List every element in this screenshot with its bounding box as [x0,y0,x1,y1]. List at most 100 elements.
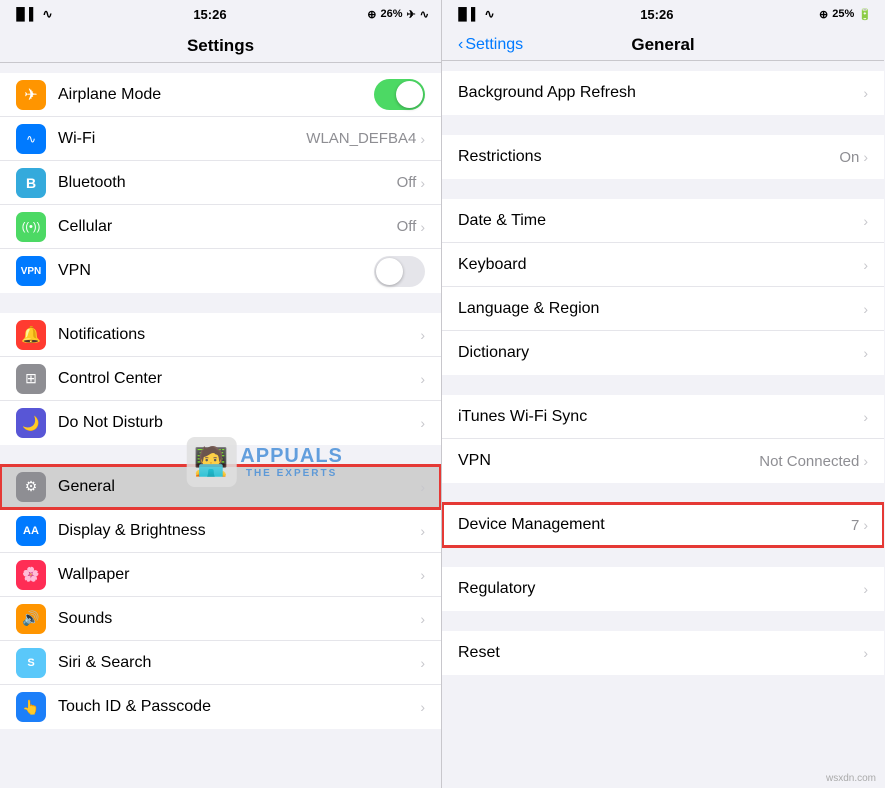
control-center-row[interactable]: ⊞ Control Center › [0,357,441,401]
sounds-row[interactable]: 🔊 Sounds › [0,597,441,641]
right-status-left: ▐▌▌ ∿ [454,7,495,21]
right-status-right: ⊕ 25% 🔋 [819,8,872,21]
left-status-right: ⊕ 26% ✈ ∿ [367,8,429,21]
wifi-row[interactable]: ∿ Wi-Fi WLAN_DEFBA4 › [0,117,441,161]
connectivity-group: ✈ Airplane Mode ∿ Wi-Fi WLAN_DEFBA4 › B … [0,73,441,293]
right-sep3 [442,375,884,395]
notifications-icon: 🔔 [16,320,46,350]
dnd-row[interactable]: 🌙 Do Not Disturb › [0,401,441,445]
notifications-row[interactable]: 🔔 Notifications › [0,313,441,357]
right-nav-title: General [631,35,694,55]
right-signal-icon: ▐▌▌ [454,7,480,21]
wifi-icon: ∿ [43,7,53,21]
touchid-chevron: › [420,699,425,715]
right-time: 15:26 [640,7,673,22]
cellular-row[interactable]: ((•)) Cellular Off › [0,205,441,249]
left-status-bar: ▐▌▌ ∿ 15:26 ⊕ 26% ✈ ∿ [0,0,441,28]
right-group5: Device Management 7 › [442,503,884,547]
background-app-label: Background App Refresh [458,84,863,102]
wifi-row-icon: ∿ [16,124,46,154]
sep2 [0,445,441,465]
reset-row[interactable]: Reset › [442,631,884,675]
right-group1: Background App Refresh › [442,71,884,115]
left-time: 15:26 [193,7,226,22]
left-settings-scroll[interactable]: ✈ Airplane Mode ∿ Wi-Fi WLAN_DEFBA4 › B … [0,63,441,788]
siri-chevron: › [420,655,425,671]
right-panel: ▐▌▌ ∿ 15:26 ⊕ 25% 🔋 ‹ Settings General B… [442,0,884,788]
touchid-row[interactable]: 👆 Touch ID & Passcode › [0,685,441,729]
restrictions-row[interactable]: Restrictions On › [442,135,884,179]
general-row[interactable]: ⚙ General › [0,465,441,509]
background-app-row[interactable]: Background App Refresh › [442,71,884,115]
airplane-toggle-knob [396,81,423,108]
wifi-chevron: › [420,131,425,147]
keyboard-chevron: › [863,257,868,273]
device-management-label: Device Management [458,516,851,534]
language-row[interactable]: Language & Region › [442,287,884,331]
wallpaper-row[interactable]: 🌸 Wallpaper › [0,553,441,597]
airplane-toggle[interactable] [374,79,425,110]
bluetooth-chevron: › [420,175,425,191]
dnd-label: Do Not Disturb [58,414,420,432]
bluetooth-value: Off [397,174,417,191]
date-time-row[interactable]: Date & Time › [442,199,884,243]
right-sep5 [442,547,884,567]
reset-chevron: › [863,645,868,661]
reset-label: Reset [458,644,863,662]
right-group3: Date & Time › Keyboard › Language & Regi… [442,199,884,375]
right-group4: iTunes Wi-Fi Sync › VPN Not Connected › [442,395,884,483]
notif-group: 🔔 Notifications › ⊞ Control Center › 🌙 D… [0,313,441,445]
vpn-right-row[interactable]: VPN Not Connected › [442,439,884,483]
control-center-label: Control Center [58,370,420,388]
wallpaper-icon: 🌸 [16,560,46,590]
cellular-value: Off [397,218,417,235]
display-row[interactable]: AA Display & Brightness › [0,509,441,553]
right-sep4 [442,483,884,503]
right-group2: Restrictions On › [442,135,884,179]
siri-row[interactable]: S Siri & Search › [0,641,441,685]
left-wifi-icon2: ∿ [420,8,429,21]
date-time-label: Date & Time [458,212,863,230]
wallpaper-label: Wallpaper [58,566,420,584]
touchid-label: Touch ID & Passcode [58,698,420,716]
back-button[interactable]: ‹ Settings [458,36,523,54]
right-group6: Regulatory › [442,567,884,611]
keyboard-row[interactable]: Keyboard › [442,243,884,287]
dictionary-row[interactable]: Dictionary › [442,331,884,375]
itunes-wifi-row[interactable]: iTunes Wi-Fi Sync › [442,395,884,439]
airplane-mode-row[interactable]: ✈ Airplane Mode [0,73,441,117]
vpn-label: VPN [58,262,374,280]
control-center-chevron: › [420,371,425,387]
regulatory-row[interactable]: Regulatory › [442,567,884,611]
left-panel: ▐▌▌ ∿ 15:26 ⊕ 26% ✈ ∿ Settings ✈ Airplan… [0,0,442,788]
general-icon: ⚙ [16,472,46,502]
cellular-icon: ((•)) [16,212,46,242]
right-sep1 [442,115,884,135]
vpn-toggle[interactable] [374,256,425,287]
sounds-chevron: › [420,611,425,627]
left-battery-pct: 26% [381,8,403,20]
itunes-wifi-chevron: › [863,409,868,425]
back-chevron-icon: ‹ [458,36,463,54]
device-management-row[interactable]: Device Management 7 › [442,503,884,547]
siri-label: Siri & Search [58,654,420,672]
display-chevron: › [420,523,425,539]
itunes-wifi-label: iTunes Wi-Fi Sync [458,408,863,426]
bluetooth-row[interactable]: B Bluetooth Off › [0,161,441,205]
right-settings-scroll[interactable]: Background App Refresh › Restrictions On… [442,61,884,788]
restrictions-chevron: › [863,149,868,165]
vpn-icon: VPN [16,256,46,286]
cellular-label: Cellular [58,218,397,236]
bluetooth-label: Bluetooth [58,174,397,192]
general-label: General [58,478,420,496]
right-status-bar: ▐▌▌ ∿ 15:26 ⊕ 25% 🔋 [442,0,884,28]
language-label: Language & Region [458,300,863,318]
wifi-label: Wi-Fi [58,130,306,148]
dictionary-chevron: › [863,345,868,361]
regulatory-label: Regulatory [458,580,863,598]
vpn-row[interactable]: VPN VPN [0,249,441,293]
vpn-right-value: Not Connected [759,453,859,470]
sounds-label: Sounds [58,610,420,628]
general-chevron: › [420,479,425,495]
location-icon: ⊕ [367,8,376,21]
